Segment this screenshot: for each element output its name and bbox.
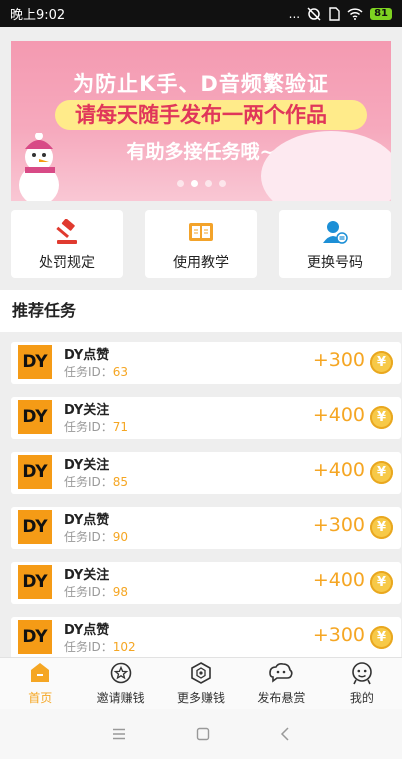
- task-id-value: 102: [112, 640, 136, 654]
- penalty-rules-button[interactable]: 处罚规定: [11, 210, 123, 278]
- change-number-button[interactable]: 更换号码: [279, 210, 391, 278]
- invite-star-icon: [110, 662, 131, 684]
- back-icon[interactable]: [280, 727, 290, 741]
- coin-icon: ¥: [370, 351, 393, 374]
- task-id-label: 任务ID：: [64, 530, 113, 544]
- tab-home[interactable]: 首页: [0, 658, 80, 709]
- coin-icon: ¥: [370, 626, 393, 649]
- task-row[interactable]: DY DY点赞 任务ID：63 +300 ¥: [11, 342, 401, 384]
- task-id: 任务ID：85: [64, 473, 128, 490]
- battery-indicator: 81: [370, 7, 392, 20]
- coin-icon: ¥: [370, 571, 393, 594]
- dy-logo: DY: [18, 620, 52, 654]
- tab-label: 首页: [28, 691, 53, 705]
- user-swap-icon: [323, 221, 348, 244]
- status-bar: 晚上9:02 ... 81: [0, 0, 402, 27]
- task-id: 任务ID：71: [64, 418, 128, 435]
- promo-banner[interactable]: 为防止K手、D音频繁验证 请每天随手发布一两个作品 有助多接任务哦~: [11, 41, 391, 201]
- tab-label: 邀请赚钱: [96, 691, 145, 705]
- task-id-label: 任务ID：: [64, 365, 113, 379]
- coin-icon: ¥: [370, 461, 393, 484]
- dy-logo: DY: [18, 345, 52, 379]
- task-reward: +400: [312, 404, 365, 426]
- home-icon: [31, 663, 50, 682]
- task-id-value: 63: [112, 365, 129, 379]
- banner-line-2: 请每天随手发布一两个作品: [75, 103, 327, 127]
- task-row[interactable]: DY DY关注 任务ID：71 +400 ¥: [11, 397, 401, 439]
- wifi-icon: [347, 8, 363, 20]
- dy-logo: DY: [18, 400, 52, 434]
- tab-label: 更多赚钱: [177, 691, 226, 705]
- task-row[interactable]: DY DY关注 任务ID：98 +400 ¥: [11, 562, 401, 604]
- task-row[interactable]: DY DY关注 任务ID：85 +400 ¥: [11, 452, 401, 494]
- task-name: DY关注: [64, 568, 110, 583]
- pager-dot-active[interactable]: [190, 180, 198, 187]
- task-reward: +400: [312, 569, 365, 591]
- pager-dot[interactable]: [218, 180, 226, 187]
- open-book-icon: [189, 223, 213, 241]
- status-icons: ... 81: [289, 7, 392, 21]
- menu-icon[interactable]: [112, 728, 126, 740]
- task-id: 任务ID：90: [64, 528, 128, 545]
- task-name: DY点赞: [64, 348, 110, 363]
- coin-icon: ¥: [370, 516, 393, 539]
- chat-cloud-icon: [269, 663, 294, 683]
- tutorial-button[interactable]: 使用教学: [145, 210, 257, 278]
- quick-action-label: 更换号码: [307, 255, 363, 271]
- dy-logo: DY: [18, 455, 52, 489]
- tab-more-earn[interactable]: 更多赚钱: [161, 658, 241, 709]
- task-reward: +300: [312, 514, 365, 536]
- quick-action-label: 使用教学: [173, 255, 229, 271]
- tab-mine[interactable]: 我的: [322, 658, 402, 709]
- task-id-value: 98: [112, 585, 129, 599]
- task-id: 任务ID：63: [64, 363, 128, 380]
- coin-icon: ¥: [370, 406, 393, 429]
- quick-action-label: 处罚规定: [39, 255, 95, 271]
- task-id-value: 85: [112, 475, 129, 489]
- task-id-label: 任务ID：: [64, 640, 113, 654]
- task-name: DY点赞: [64, 513, 110, 528]
- banner-pager: [11, 180, 391, 187]
- banner-line-1: 为防止K手、D音频繁验证: [73, 72, 329, 96]
- recommended-tasks-title: 推荐任务: [0, 290, 402, 332]
- task-row[interactable]: DY DY点赞 任务ID：102 +300 ¥: [11, 617, 401, 659]
- more-dots-icon: ...: [288, 6, 301, 21]
- tab-post-reward[interactable]: 发布悬赏: [241, 658, 321, 709]
- gavel-icon: [56, 219, 77, 244]
- task-name: DY点赞: [64, 623, 110, 638]
- bottom-tab-bar: 首页 邀请赚钱 更多赚钱 发布悬赏 我的: [0, 657, 402, 709]
- dy-logo: DY: [18, 565, 52, 599]
- task-row[interactable]: DY DY点赞 任务ID：90 +300 ¥: [11, 507, 401, 549]
- task-id: 任务ID：102: [64, 638, 136, 655]
- pager-dot[interactable]: [176, 180, 184, 187]
- task-reward: +400: [312, 459, 365, 481]
- tab-label: 发布悬赏: [257, 691, 306, 705]
- task-id-value: 90: [112, 530, 129, 544]
- pager-dot[interactable]: [204, 180, 212, 187]
- task-id-label: 任务ID：: [64, 585, 113, 599]
- task-reward: +300: [312, 624, 365, 646]
- hexagon-icon: [191, 662, 211, 684]
- task-name: DY关注: [64, 403, 110, 418]
- task-id: 任务ID：98: [64, 583, 128, 600]
- task-reward: +300: [312, 349, 365, 371]
- profile-face-icon: [352, 662, 372, 685]
- sim-icon: [329, 6, 340, 21]
- status-time: 晚上9:02: [10, 8, 66, 23]
- dy-logo: DY: [18, 510, 52, 544]
- alarm-off-icon: [307, 6, 321, 21]
- system-nav-bar: [0, 709, 402, 759]
- task-id-value: 71: [112, 420, 129, 434]
- snowman-illustration: [19, 133, 59, 201]
- tab-invite[interactable]: 邀请赚钱: [80, 658, 160, 709]
- task-id-label: 任务ID：: [64, 475, 113, 489]
- tab-label: 我的: [349, 691, 374, 705]
- home-square-icon[interactable]: [196, 727, 210, 741]
- task-id-label: 任务ID：: [64, 420, 113, 434]
- task-name: DY关注: [64, 458, 110, 473]
